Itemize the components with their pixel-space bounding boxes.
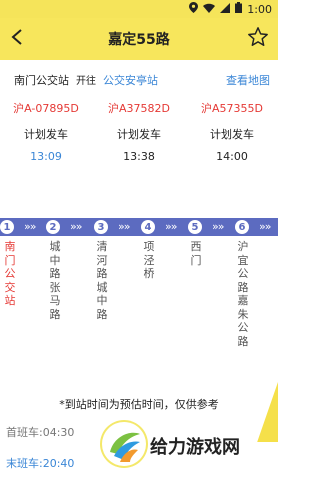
bus-item-3[interactable]: 沪A57355D 计划发车 14:00 [186, 100, 278, 163]
route-end-stop[interactable]: 公交安亭站 [103, 72, 158, 88]
bus-status: 计划发车 [210, 128, 254, 141]
bus-plate: 沪A57355D [201, 102, 263, 115]
bus-time: 13:38 [123, 150, 155, 163]
stop-number-1[interactable]: 1 [0, 220, 14, 234]
stop-name-2[interactable]: 城中路张马路 [48, 240, 62, 321]
chevron-right-icon: »» [165, 220, 178, 233]
watermark-text: 给力游戏网 [150, 437, 240, 458]
clock-time: 1:00 [247, 2, 272, 16]
first-bus-time: 首班车:04:30 [6, 426, 75, 439]
stop-number-5[interactable]: 5 [188, 220, 202, 234]
chevron-right-icon: »» [118, 220, 131, 233]
battery-icon [235, 2, 243, 16]
chevron-right-icon: »» [259, 220, 272, 233]
bus-time: 13:09 [30, 150, 62, 163]
stop-number-2[interactable]: 2 [46, 220, 60, 234]
bus-plate: 沪A-07895D [13, 102, 79, 115]
stop-name-4[interactable]: 项泾桥 [142, 240, 156, 281]
arrival-notice: *到站时间为预估时间，仅供参考 [59, 398, 219, 411]
stop-name-1[interactable]: 南门公交站 [3, 240, 17, 308]
bus-item-2[interactable]: 沪A37582D 计划发车 13:38 [93, 100, 185, 163]
page-title: 嘉定55路 [108, 32, 170, 48]
bus-plate: 沪A37582D [108, 102, 170, 115]
watermark-logo-icon [102, 422, 146, 466]
route-info: 南门公交站 开往 公交安亭站 查看地图 [0, 60, 278, 96]
app-header: 嘉定55路 [0, 18, 278, 60]
route-start-stop: 南门公交站 [14, 74, 69, 87]
chevron-left-icon [10, 28, 24, 50]
stop-name-list: 南门公交站 城中路张马路 清河路城中路 项泾桥 西门 沪宜公路嘉朱公路 [0, 240, 278, 410]
star-icon [247, 26, 269, 52]
chevron-right-icon: »» [212, 220, 225, 233]
last-bus-time: 末班车:20:40 [6, 457, 75, 470]
chevron-right-icon: »» [70, 220, 83, 233]
favorite-button[interactable] [244, 25, 272, 53]
bus-item-1[interactable]: 沪A-07895D 计划发车 13:09 [0, 100, 92, 163]
back-button[interactable] [4, 26, 30, 52]
view-map-link[interactable]: 查看地图 [226, 72, 270, 88]
status-icons: 1:00 [189, 2, 272, 16]
route-direction: 开往 [76, 76, 96, 87]
signal-icon [220, 2, 231, 16]
stop-number-6[interactable]: 6 [235, 220, 249, 234]
location-icon [189, 2, 199, 16]
bus-status: 计划发车 [117, 128, 161, 141]
wifi-icon [203, 3, 216, 16]
stop-name-3[interactable]: 清河路城中路 [95, 240, 109, 321]
bus-status: 计划发车 [24, 128, 68, 141]
stop-number-4[interactable]: 4 [141, 220, 155, 234]
stop-name-5[interactable]: 西门 [189, 240, 203, 267]
status-bar: 1:00 [0, 0, 278, 18]
chevron-right-icon: »» [24, 220, 37, 233]
stops-bar: 1 »» 2 »» 3 »» 4 »» 5 »» 6 »» [0, 218, 278, 236]
bus-time: 14:00 [216, 150, 248, 163]
watermark: 给力游戏网 [98, 418, 278, 499]
stop-number-3[interactable]: 3 [94, 220, 108, 234]
stop-name-6[interactable]: 沪宜公路嘉朱公路 [236, 240, 250, 348]
bus-list: 沪A-07895D 计划发车 13:09 沪A37582D 计划发车 13:38… [0, 100, 278, 170]
